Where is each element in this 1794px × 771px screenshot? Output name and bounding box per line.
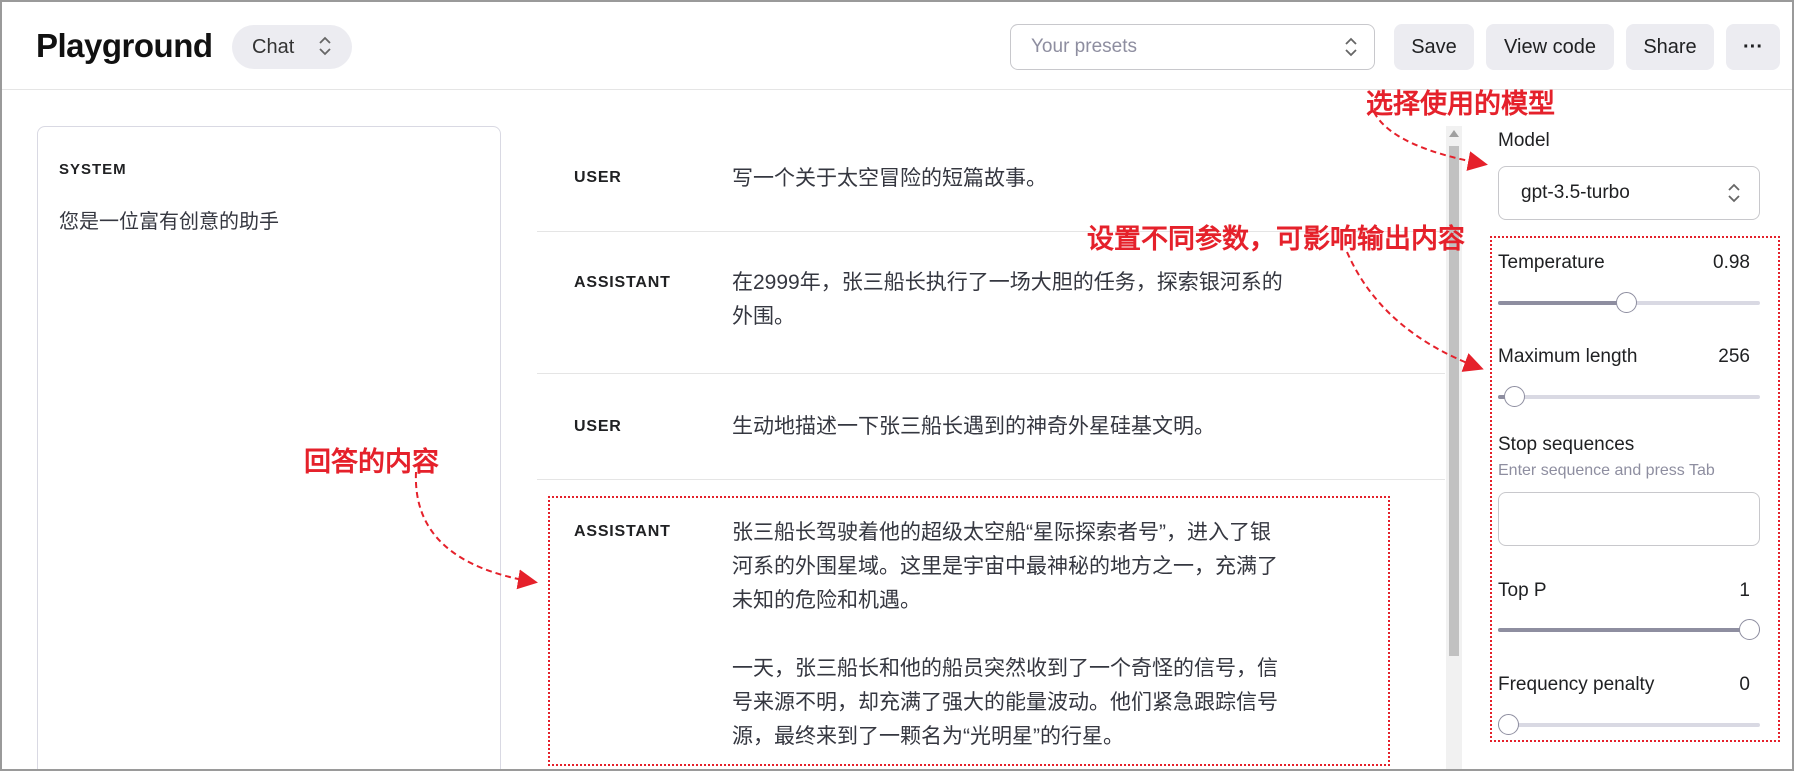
answer-arrow xyxy=(414,471,538,590)
annotation-arrows xyxy=(414,111,1488,590)
model-arrow xyxy=(1373,111,1488,171)
params-arrow xyxy=(1346,251,1484,372)
window-frame: Playground Chat Your presets Save View c… xyxy=(0,0,1794,771)
